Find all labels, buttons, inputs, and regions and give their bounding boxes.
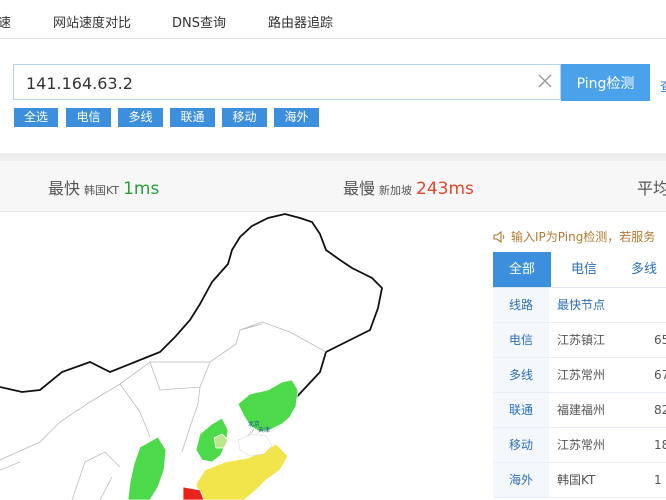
filter-mobile[interactable]: 移动 [222,108,267,127]
stat-average: 平均 [637,175,666,199]
stat-average-label: 平均 [637,179,666,198]
row-ms: 82 [654,403,666,417]
stat-fastest-value: 1ms [123,179,160,199]
stat-slowest-value: 243ms [416,179,474,199]
clear-icon[interactable] [536,72,554,90]
filter-unicom[interactable]: 联通 [170,108,215,127]
china-ping-map: 北京 天津 [0,213,383,500]
table-row: 多线 江苏常州 67 [493,358,666,393]
nav-item-dns[interactable]: DNS查询 [172,12,226,31]
region-liaoning [237,379,299,433]
nav-item-site-compare[interactable]: 网站速度对比 [53,12,131,31]
stat-fastest-node: 韩国KT [84,184,120,197]
ping-button[interactable]: Ping检测 [561,64,650,101]
stat-fastest-label: 最快 [48,179,81,198]
stat-slowest-node: 新加坡 [379,184,413,197]
filter-all[interactable]: 全选 [14,108,58,127]
tab-multiline[interactable]: 多线 [615,252,666,287]
speaker-icon [493,230,505,244]
tab-all[interactable]: 全部 [493,252,551,287]
search-box [13,64,561,101]
row-node: 江苏镇江 [557,333,606,347]
header-node: 最快节点 [557,298,606,312]
top-nav: 速 网站速度对比 DNS查询 路由器追踪 [0,0,666,39]
stat-slowest: 最慢 新加坡 243ms [343,175,474,199]
result-tabs: 全部 电信 多线 [493,252,666,288]
row-node: 江苏常州 [557,438,606,452]
stats-bar: 最快 韩国KT 1ms 最慢 新加坡 243ms 平均 [0,161,666,212]
filter-overseas[interactable]: 海外 [274,108,319,127]
row-line: 电信 [493,323,549,357]
ping-tip: 输入IP为Ping检测，若服务 [493,228,655,245]
filter-multiline[interactable]: 多线 [118,108,163,127]
map-border-northeast [0,213,383,418]
table-row: 海外 韩国KT 1 [493,463,666,498]
row-ms: 1 [654,473,662,487]
stat-fastest: 最快 韩国KT 1ms [48,175,159,199]
row-ms: 67 [654,368,666,382]
ip-input[interactable] [24,65,528,101]
row-line: 多线 [493,358,549,392]
nav-item-speed[interactable]: 速 [0,12,11,31]
region-shanxi [127,436,167,500]
row-line: 移动 [493,428,549,462]
table-header: 线路 最快节点 [493,288,666,323]
filter-telecom[interactable]: 电信 [66,108,111,127]
query-link[interactable]: 查 [660,76,666,95]
header-line: 线路 [493,288,549,322]
table-row: 联通 福建福州 82 [493,393,666,428]
map-label-tianjin: 天津 [258,427,270,434]
ping-tip-text: 输入IP为Ping检测，若服务 [511,230,656,244]
row-node: 江苏常州 [557,368,606,382]
tab-telecom[interactable]: 电信 [555,252,613,287]
row-node: 韩国KT [557,473,596,487]
row-line: 联通 [493,393,549,427]
row-ms: 187 [654,438,666,452]
section-divider [0,153,666,161]
stat-slowest-label: 最慢 [343,179,376,198]
table-row: 电信 江苏镇江 65 [493,323,666,358]
row-ms: 65 [654,333,666,347]
row-line: 海外 [493,463,549,497]
table-row: 移动 江苏常州 187 [493,428,666,463]
nav-item-traceroute[interactable]: 路由器追踪 [268,12,333,31]
row-node: 福建福州 [557,403,606,417]
